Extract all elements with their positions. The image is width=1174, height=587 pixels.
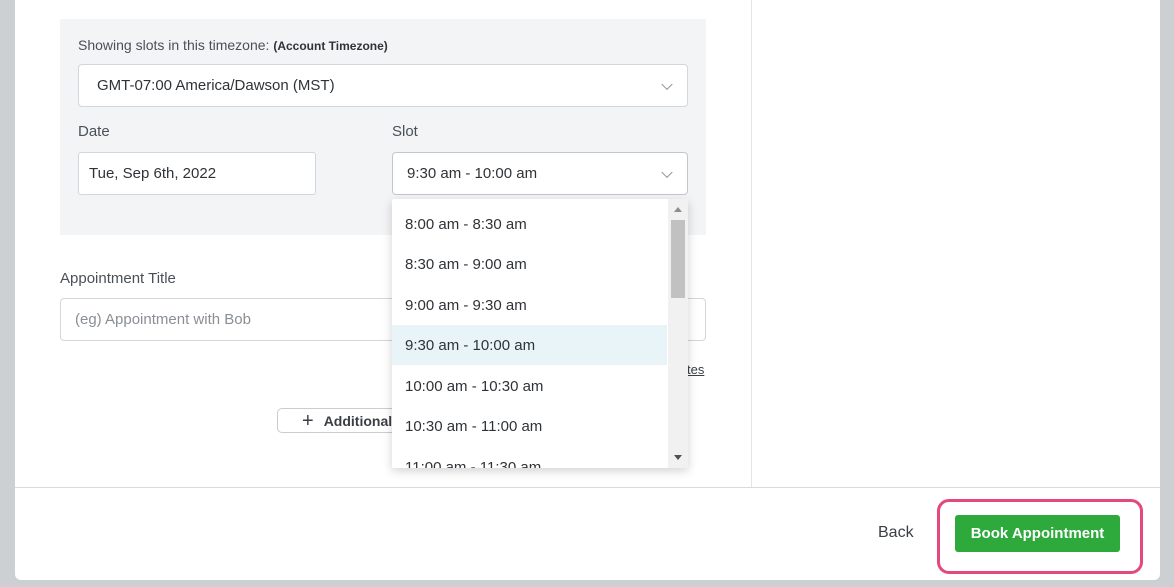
scroll-up-icon[interactable] <box>674 207 682 212</box>
chevron-down-icon <box>661 78 673 90</box>
slot-option[interactable]: 11:00 am - 11:30 am <box>392 447 667 469</box>
footer-divider <box>15 487 1160 488</box>
appointment-title-placeholder: (eg) Appointment with Bob <box>75 311 251 328</box>
back-button[interactable]: Back <box>878 524 914 542</box>
timezone-label: Showing slots in this timezone: (Account… <box>78 37 388 53</box>
slot-select-value: 9:30 am - 10:00 am <box>407 165 538 182</box>
timezone-select[interactable]: GMT-07:00 America/Dawson (MST) <box>78 64 688 107</box>
notes-link[interactable]: tes <box>687 362 704 377</box>
slot-dropdown-menu: 8:00 am - 8:30 am 8:30 am - 9:00 am 9:00… <box>392 199 688 468</box>
slot-option[interactable]: 8:00 am - 8:30 am <box>392 204 667 244</box>
slot-option[interactable]: 10:00 am - 10:30 am <box>392 366 667 406</box>
plus-icon: + <box>302 409 314 432</box>
scrollbar-thumb[interactable] <box>671 220 685 298</box>
dropdown-scrollbar[interactable] <box>668 199 688 468</box>
date-label: Date <box>78 123 110 140</box>
slot-option[interactable]: 8:30 am - 9:00 am <box>392 244 667 284</box>
scroll-down-icon[interactable] <box>674 455 682 460</box>
book-appointment-button[interactable]: Book Appointment <box>955 515 1120 552</box>
slot-option[interactable]: 9:00 am - 9:30 am <box>392 285 667 325</box>
slot-select[interactable]: 9:30 am - 10:00 am <box>392 152 688 195</box>
date-input[interactable]: Tue, Sep 6th, 2022 <box>78 152 316 195</box>
slot-option-selected[interactable]: 9:30 am - 10:00 am <box>392 325 667 365</box>
date-input-value: Tue, Sep 6th, 2022 <box>89 165 217 182</box>
chevron-down-icon <box>661 166 673 178</box>
column-divider <box>751 0 752 487</box>
timezone-label-note: (Account Timezone) <box>273 39 388 53</box>
slot-option[interactable]: 10:30 am - 11:00 am <box>392 406 667 446</box>
additional-button-label: Additional <box>323 412 393 429</box>
appointment-title-label: Appointment Title <box>60 270 176 287</box>
timezone-label-text: Showing slots in this timezone: <box>78 37 270 53</box>
timezone-select-value: GMT-07:00 America/Dawson (MST) <box>97 77 335 94</box>
slot-label: Slot <box>392 123 418 140</box>
